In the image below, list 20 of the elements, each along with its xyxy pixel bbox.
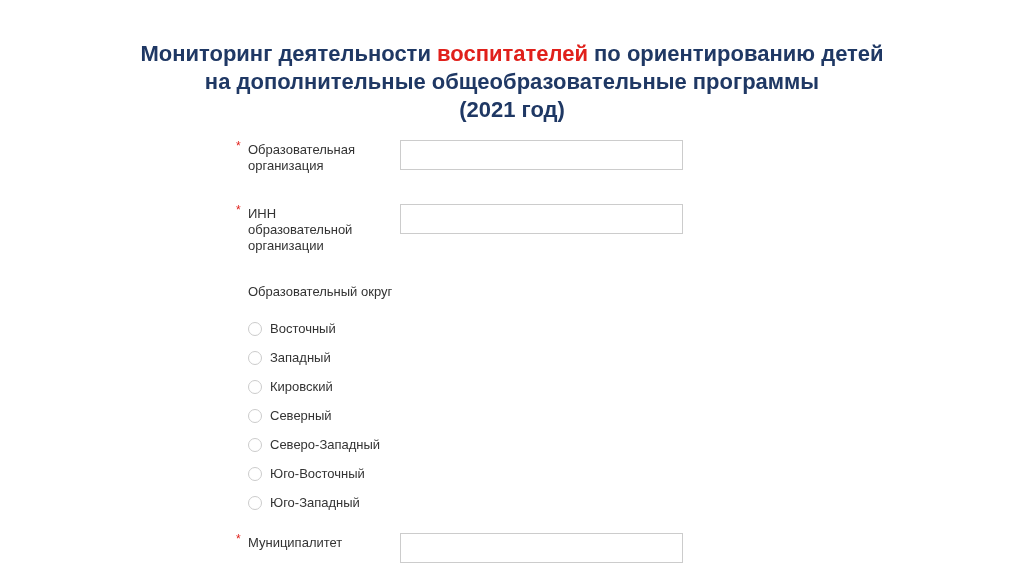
radio-label: Кировский	[270, 377, 333, 396]
input-field[interactable]	[400, 140, 683, 170]
radio-label: Юго-Западный	[270, 493, 360, 512]
slide-title-line: на дополнительные общеобразовательные программы	[204, 68, 820, 96]
radio-label: Юго-Восточный	[270, 464, 365, 483]
radio-label: Западный	[270, 348, 331, 367]
field-label: Образовательная организация	[248, 141, 357, 174]
group-label: Образовательный округ	[248, 284, 394, 300]
field-label: ИНН образовательной организации	[248, 205, 354, 254]
input-field[interactable]	[400, 204, 683, 234]
field-label: Муниципалитет	[248, 534, 344, 551]
radio-label: Северный	[270, 406, 332, 425]
slide-title-line: (2021 год)	[459, 96, 565, 124]
radio-label: Северо-Западный	[270, 435, 381, 454]
radio-label: Восточный	[270, 319, 336, 338]
required-mark: *	[235, 533, 242, 545]
input-field[interactable]	[400, 533, 683, 563]
slide-title-line: Мониторинг деятельности воспитателей по ориентированию детей	[140, 40, 884, 68]
required-mark: *	[235, 140, 242, 152]
required-mark: *	[235, 204, 242, 216]
